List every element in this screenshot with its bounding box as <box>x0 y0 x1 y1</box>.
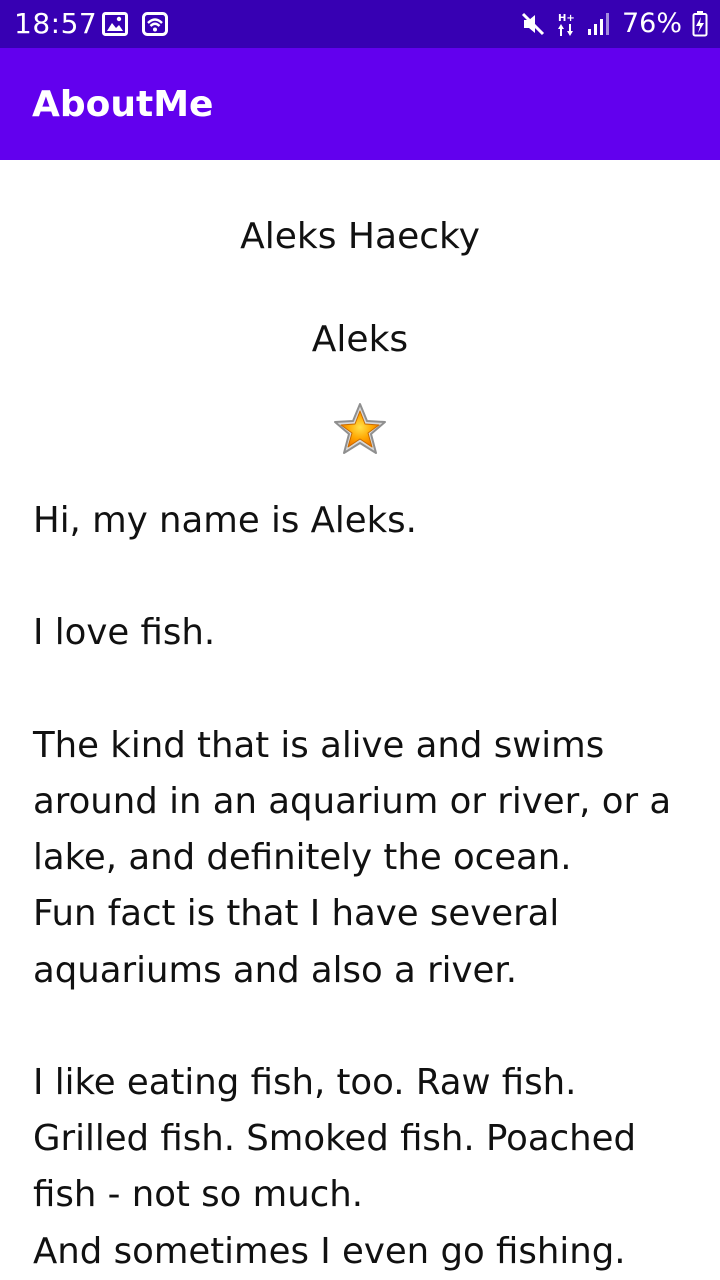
name-text: Aleks Haecky <box>240 216 480 257</box>
battery-percentage: 76% <box>621 8 682 39</box>
nickname-text[interactable]: Aleks <box>0 317 720 363</box>
mute-icon <box>521 12 545 36</box>
app-bar: AboutMe <box>0 48 720 160</box>
bio-text: Hi, my name is Aleks. I love fish. The k… <box>33 500 672 1272</box>
signal-icon <box>587 13 609 35</box>
star-icon <box>334 403 386 454</box>
status-notification-icons <box>102 12 168 36</box>
status-bar: 18:57 H+ 76% <box>0 0 720 48</box>
about-me-content[interactable]: Aleks Haecky Aleks Hi, my name is Aleks.… <box>0 160 720 1280</box>
wifi-calling-icon <box>142 12 168 36</box>
image-icon <box>102 12 128 36</box>
svg-text:H+: H+ <box>558 13 575 24</box>
status-time: 18:57 <box>14 7 98 40</box>
status-system-icons: H+ 76% <box>520 7 708 41</box>
app-title: AboutMe <box>32 84 214 125</box>
data-hplus-icon: H+ <box>557 13 575 36</box>
battery-charging-icon <box>692 11 708 37</box>
